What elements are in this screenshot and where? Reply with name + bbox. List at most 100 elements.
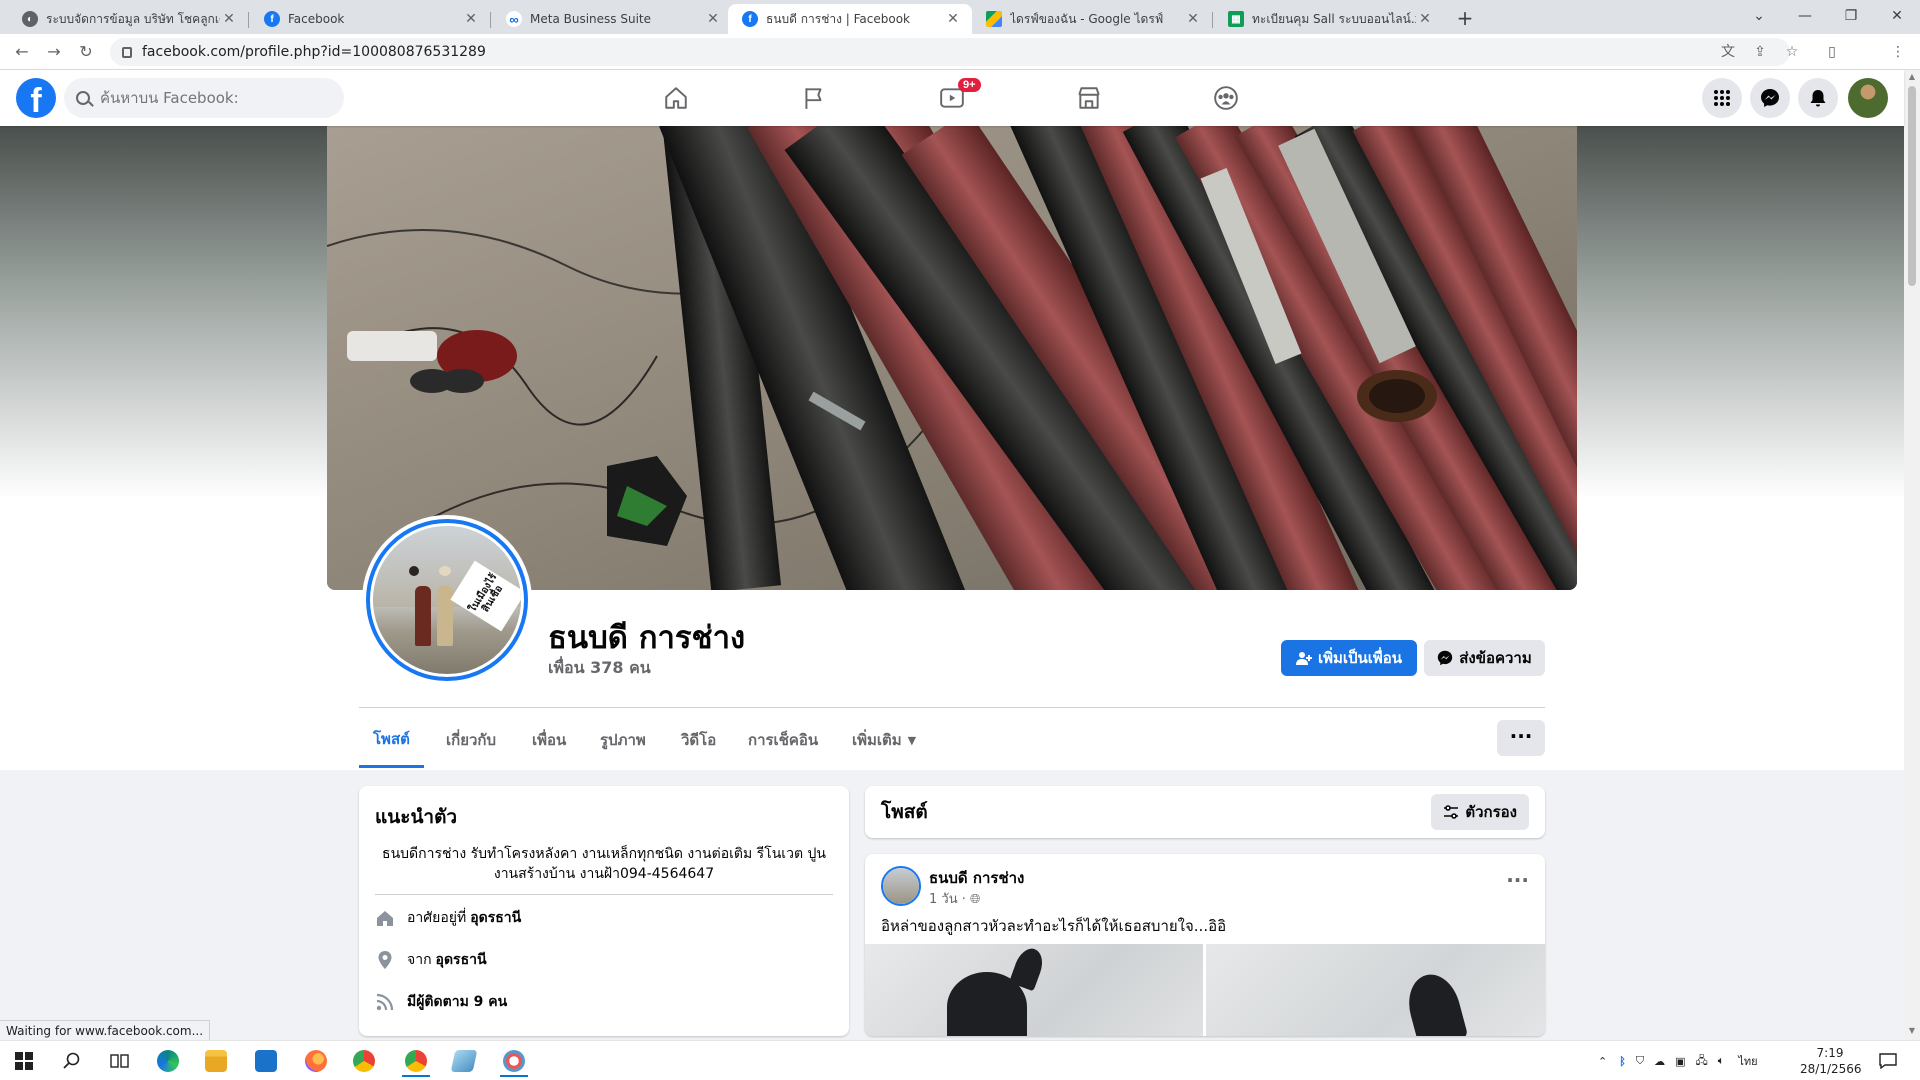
nav-groups[interactable] xyxy=(1170,70,1282,126)
translate-icon[interactable]: 文 xyxy=(1718,42,1738,62)
nav-marketplace[interactable] xyxy=(1033,70,1145,126)
cover-photo[interactable] xyxy=(327,126,1577,590)
add-friend-button[interactable]: เพิ่มเป็นเพื่อน xyxy=(1281,640,1417,676)
close-icon[interactable]: ✕ xyxy=(1416,11,1434,27)
intro-from-value[interactable]: อุดรธานี xyxy=(436,949,487,971)
clock[interactable]: 7:19 28/1/2566 xyxy=(1800,1045,1862,1077)
globe-icon: ◐ xyxy=(22,11,38,27)
volume-icon[interactable]: 🔈︎ xyxy=(1718,1054,1725,1068)
tab-label: การเช็คอิน xyxy=(748,731,819,749)
chrome-icon[interactable] xyxy=(344,1045,384,1077)
post-meta: 1 วัน · 🌐︎ xyxy=(929,888,980,909)
file-explorer-icon[interactable] xyxy=(196,1045,236,1077)
scroll-up-icon[interactable]: ▲ xyxy=(1904,72,1920,81)
tab-videos[interactable]: วิดีโอ xyxy=(681,712,716,768)
intro-followers: มีผู้ติดตาม 9 คน xyxy=(375,991,833,1013)
close-icon[interactable]: ✕ xyxy=(944,11,962,27)
filter-button[interactable]: ตัวกรอง xyxy=(1431,794,1529,830)
restore-button[interactable]: ❐ xyxy=(1828,0,1874,34)
notification-center-icon[interactable] xyxy=(1868,1045,1908,1077)
send-message-button[interactable]: ส่งข้อความ xyxy=(1424,640,1545,676)
onedrive-icon[interactable]: ☁ xyxy=(1654,1055,1665,1068)
profile-picture[interactable]: ในเมืองไร้สินเชื่อ xyxy=(362,515,532,685)
tab-photos[interactable]: รูปภาพ xyxy=(600,712,646,768)
tab-about[interactable]: เกี่ยวกับ xyxy=(446,712,496,768)
tab-checkins[interactable]: การเช็คอิน xyxy=(748,712,818,768)
search-input[interactable] xyxy=(100,89,320,107)
close-icon[interactable]: ✕ xyxy=(462,11,480,27)
firefox-icon[interactable] xyxy=(296,1045,336,1077)
edge-icon[interactable] xyxy=(148,1045,188,1077)
friends-count[interactable]: เพื่อน 378 คน xyxy=(548,656,651,681)
bookmark-star-icon[interactable]: ☆ xyxy=(1782,42,1802,62)
menu-button[interactable] xyxy=(1702,78,1742,118)
address-bar[interactable]: facebook.com/profile.php?id=100080876531… xyxy=(110,38,1790,66)
post-author[interactable]: ธนบดี การช่าง xyxy=(929,866,1024,890)
close-icon[interactable]: ✕ xyxy=(1184,11,1202,27)
close-window-button[interactable]: ✕ xyxy=(1874,0,1920,34)
profile-more-button[interactable]: ··· xyxy=(1497,720,1545,756)
tab-search-icon[interactable]: ⌄ xyxy=(1736,0,1782,34)
account-avatar[interactable] xyxy=(1848,78,1888,118)
browser-tab[interactable]: ไดรฟ์ของฉัน - Google ไดรฟ์ ✕ xyxy=(972,4,1212,34)
display-icon[interactable]: ▣ xyxy=(1675,1055,1685,1068)
intro-lives-in: อาศัยอยู่ที่ อุดรธานี xyxy=(375,907,833,929)
forward-button[interactable]: → xyxy=(42,40,66,64)
post-author-avatar[interactable] xyxy=(881,866,921,906)
network-icon[interactable]: 🖧︎ xyxy=(1695,1052,1707,1071)
messenger-button[interactable] xyxy=(1750,78,1790,118)
task-view-icon[interactable] xyxy=(100,1045,140,1077)
post-time[interactable]: 1 วัน · xyxy=(929,892,970,907)
nav-watch[interactable]: 9+ xyxy=(896,70,1008,126)
close-icon[interactable]: ✕ xyxy=(220,11,238,27)
new-tab-button[interactable]: + xyxy=(1452,6,1478,32)
tab-more[interactable]: เพิ่มเติม ▼ xyxy=(852,712,916,768)
intro-followers-text[interactable]: มีผู้ติดตาม 9 คน xyxy=(407,991,507,1013)
post-photo[interactable] xyxy=(1206,944,1545,1036)
chrome-menu-icon[interactable]: ⋮ xyxy=(1888,42,1908,62)
photo-hat xyxy=(439,566,451,576)
browser-tab[interactable]: ∞ Meta Business Suite ✕ xyxy=(492,4,732,34)
facebook-logo[interactable]: f xyxy=(16,78,56,118)
app-icon[interactable] xyxy=(444,1045,484,1077)
url-text: facebook.com/profile.php?id=100080876531… xyxy=(142,44,486,60)
windows-start-icon[interactable] xyxy=(4,1045,44,1077)
tab-label: เกี่ยวกับ xyxy=(446,731,497,749)
bluetooth-icon[interactable]: ᛒ xyxy=(1619,1055,1626,1068)
posts-header-card: โพสต์ ตัวกรอง xyxy=(865,786,1545,838)
chevron-up-icon[interactable]: ⌃ xyxy=(1598,1055,1607,1068)
security-icon[interactable]: ⛉ xyxy=(1636,1054,1644,1068)
intro-lives-value[interactable]: อุดรธานี xyxy=(470,907,521,929)
minimize-button[interactable]: — xyxy=(1782,0,1828,34)
tab-posts[interactable]: โพสต์ xyxy=(359,712,424,768)
input-language[interactable]: ไทย xyxy=(1738,1052,1757,1070)
search-icon[interactable] xyxy=(52,1045,92,1077)
clock-date: 28/1/2566 xyxy=(1800,1062,1862,1076)
nav-pages[interactable] xyxy=(758,70,870,126)
intro-lives-prefix: อาศัยอยู่ที่ xyxy=(407,910,467,926)
chrome-profile-icon[interactable] xyxy=(396,1045,436,1077)
scrollbar-thumb[interactable] xyxy=(1908,86,1916,286)
browser-tab[interactable]: ▦ ทะเบียนคุม Sall ระบบออนไลน์.xlsx - G ✕ xyxy=(1214,4,1444,34)
nav-home[interactable] xyxy=(620,70,732,126)
close-icon[interactable]: ✕ xyxy=(704,11,722,27)
reload-button[interactable]: ↻ xyxy=(74,40,98,64)
scroll-down-icon[interactable]: ▼ xyxy=(1904,1026,1920,1035)
tab-separator xyxy=(490,12,491,28)
notifications-button[interactable] xyxy=(1798,78,1838,118)
share-icon[interactable]: ⇪ xyxy=(1750,42,1770,62)
paint-icon[interactable] xyxy=(494,1045,534,1077)
post-photo[interactable] xyxy=(865,944,1203,1036)
browser-tab[interactable]: ◐ ระบบจัดการข้อมูล บริษัท โชคลูกเด็ด ✕ xyxy=(8,4,248,34)
post-options-icon[interactable]: ··· xyxy=(1506,868,1529,892)
page-scrollbar[interactable]: ▲ ▼ xyxy=(1904,70,1920,1040)
messenger-icon xyxy=(1761,89,1779,107)
browser-tab-active[interactable]: f ธนบดี การช่าง | Facebook ✕ xyxy=(728,4,972,34)
browser-tab[interactable]: f Facebook ✕ xyxy=(250,4,490,34)
mail-icon[interactable] xyxy=(246,1045,286,1077)
back-button[interactable]: ← xyxy=(10,40,34,64)
tab-friends[interactable]: เพื่อน xyxy=(532,712,566,768)
google-drive-icon xyxy=(986,11,1002,27)
facebook-search[interactable] xyxy=(64,78,344,118)
side-panel-icon[interactable]: ▯ xyxy=(1822,42,1842,62)
